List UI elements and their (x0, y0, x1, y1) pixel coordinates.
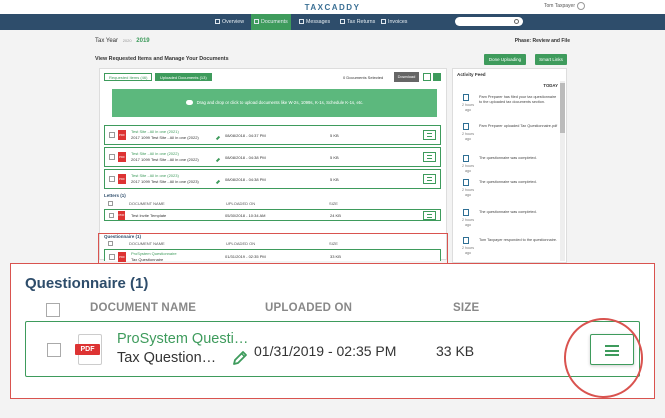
nav-invoices[interactable]: Invoices (378, 14, 410, 30)
size-value: 33 KB (436, 343, 475, 359)
select-all-checkbox[interactable] (46, 303, 60, 317)
pdf-icon: PDF (118, 152, 126, 162)
nav-documents[interactable]: Documents (251, 14, 291, 30)
row-checkbox[interactable] (109, 154, 115, 160)
main-nav: Overview Documents Messages Tax Returns … (0, 14, 665, 30)
letters-column-header: DOCUMENT NAME UPLOADED ON SIZE (104, 201, 441, 207)
tab-requested-items[interactable]: Requested Items (46) (104, 73, 153, 81)
table-row[interactable]: PDF Test Invite Template 05/30/2018 - 10… (104, 209, 441, 221)
search-icon (514, 18, 519, 24)
row-checkbox[interactable] (109, 213, 114, 218)
table-row[interactable]: PDF Test Site - All in one (2023) 2017 1… (104, 169, 441, 189)
document-name-link[interactable]: ProSystem Questi… (117, 331, 248, 347)
page-subtitle: View Requested Items and Manage Your Doc… (95, 56, 229, 62)
message-icon (299, 19, 304, 24)
user-name[interactable]: Tom Taxpayer (544, 3, 575, 9)
cloud-upload-icon (185, 100, 193, 105)
list-view-icon[interactable] (433, 73, 441, 81)
tab-uploaded-documents[interactable]: Uploaded Documents (13) (155, 73, 212, 81)
document-icon (463, 179, 469, 186)
documents-panel: Requested Items (46) Uploaded Documents … (99, 68, 447, 262)
column-header-size: SIZE (453, 302, 480, 314)
feed-today-label: TODAY (543, 83, 558, 88)
column-header-uploaded-on: UPLOADED ON (265, 302, 353, 314)
pdf-icon: PDF (75, 334, 102, 365)
table-row[interactable]: PDF Test Site - All in one (2021) 2017 1… (104, 125, 441, 145)
phase-label: Phase: Review and File (514, 38, 570, 44)
letters-title: Letters (1) (104, 193, 126, 198)
tax-return-icon (340, 19, 345, 24)
row-checkbox[interactable] (109, 176, 115, 182)
invoice-icon (381, 19, 386, 24)
document-description: Tax Question… (117, 350, 217, 366)
uploaded-on-value: 01/31/2019 - 02:35 PM (254, 343, 397, 359)
nav-tax-returns[interactable]: Tax Returns (337, 14, 378, 30)
done-uploading-button[interactable]: Done Uploading (484, 54, 526, 65)
row-checkbox[interactable] (109, 132, 115, 138)
tax-year-selector[interactable]: Tax Year 2020 2019 (95, 38, 150, 44)
activity-feed-title: Activity Feed (457, 72, 486, 77)
edit-pencil-icon[interactable] (215, 179, 221, 185)
document-icon (463, 123, 469, 130)
nav-overview[interactable]: Overview (212, 14, 247, 30)
grid-view-icon[interactable] (423, 73, 431, 81)
nav-messages[interactable]: Messages (296, 14, 333, 30)
home-icon (215, 19, 220, 24)
row-checkbox[interactable] (47, 343, 61, 357)
row-menu-button[interactable] (423, 130, 436, 140)
questionnaire-section-title: Questionnaire (1) (25, 275, 149, 292)
edit-pencil-icon[interactable] (215, 135, 221, 141)
edit-pencil-icon[interactable] (215, 157, 221, 163)
document-icon (254, 19, 259, 24)
document-icon (463, 237, 469, 244)
questionnaire-row[interactable]: PDF ProSystem Questi… Tax Question… 01/3… (25, 321, 640, 377)
document-icon (463, 155, 469, 162)
pdf-icon: PDF (118, 130, 126, 140)
pdf-icon: PDF (118, 174, 126, 184)
user-avatar-icon[interactable] (577, 2, 585, 10)
activity-feed: Activity Feed TODAY 2 hours ago Pam Prep… (452, 68, 567, 263)
column-header-document-name: DOCUMENT NAME (90, 302, 197, 314)
zoomed-questionnaire-callout: Questionnaire (1) DOCUMENT NAME UPLOADED… (10, 263, 655, 405)
table-row[interactable]: PDF Test Site - All in one (2022) 2017 1… (104, 147, 441, 167)
document-icon (463, 209, 469, 216)
document-icon (463, 94, 469, 101)
row-menu-button[interactable] (423, 152, 436, 162)
row-menu-button[interactable] (423, 174, 436, 184)
search-input[interactable] (455, 17, 523, 26)
edit-pencil-icon[interactable] (232, 350, 248, 366)
callout-frame (98, 233, 448, 265)
row-menu-button[interactable] (423, 211, 436, 221)
download-button[interactable]: Download (394, 72, 419, 82)
pdf-icon: PDF (118, 211, 125, 220)
feed-scrollbar-thumb[interactable] (560, 83, 565, 133)
upload-dropzone[interactable]: Drag and drop or click to upload documen… (112, 89, 437, 117)
select-all-checkbox[interactable] (108, 201, 113, 206)
smart-links-button[interactable]: Smart Links (535, 54, 567, 65)
selected-count: 0 Documents Selected (343, 75, 384, 80)
